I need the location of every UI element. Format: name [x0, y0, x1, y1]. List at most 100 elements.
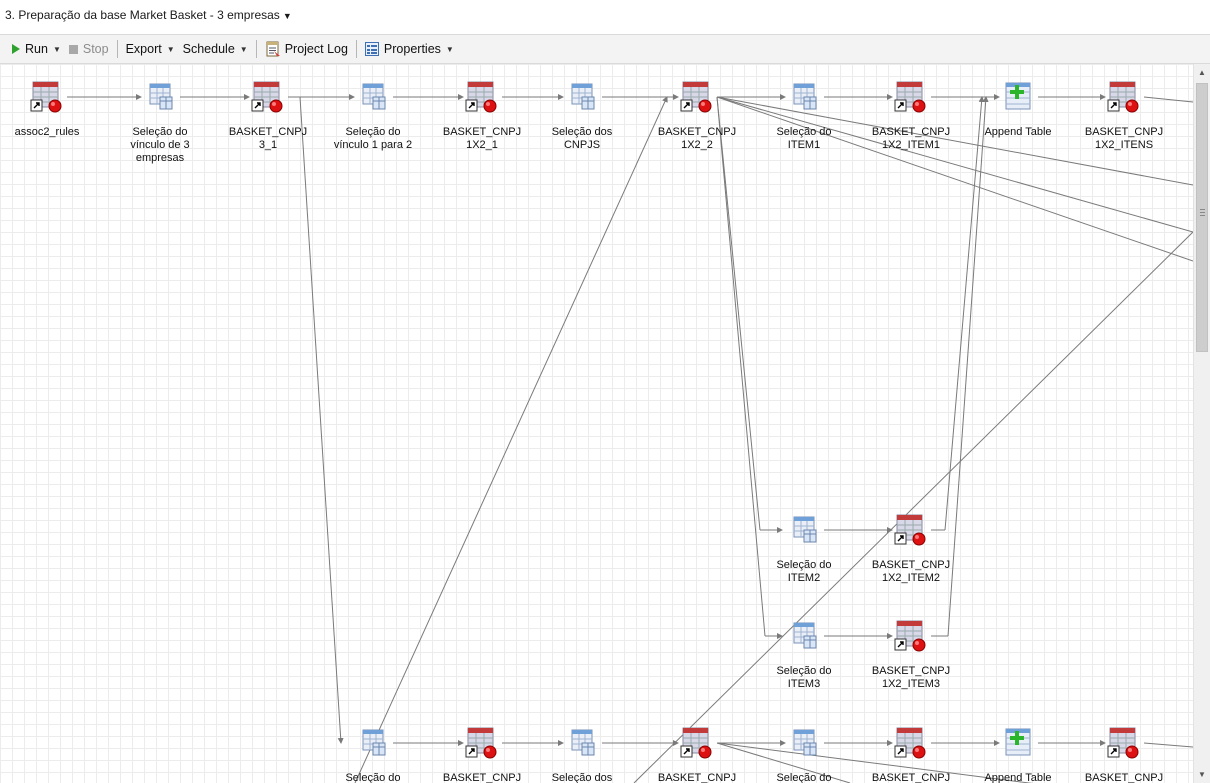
flow-node-basket-cnpj-1x2-1[interactable]: [465, 80, 499, 114]
flow-node-label: Seleção do ITEM3: [776, 665, 832, 690]
flow-node-label: Seleção do vínculo 1 para 2: [333, 126, 413, 151]
query-icon: [565, 80, 599, 114]
flow-node-basket-cnpj-3-1[interactable]: [251, 80, 285, 114]
flow-node-sele-o-dos-cnpjs[interactable]: [565, 80, 599, 114]
table-shortcut-icon: [1107, 726, 1141, 760]
flow-node-label: Seleção do ITEM2: [776, 559, 832, 584]
project-log-label: Project Log: [284, 42, 348, 56]
flow-node-label: BASKET_CNPJ: [871, 772, 951, 783]
play-icon: [12, 44, 20, 54]
flow-node-label: BASKET_CNPJ 1X2_ITENS: [1084, 126, 1164, 151]
stop-icon: [68, 44, 78, 54]
flow-node-sele-o-do-v-nculo-de-3-empresas[interactable]: [143, 80, 177, 114]
flow-connections: [67, 94, 1193, 783]
process-flow-canvas[interactable]: assoc2_rules Seleção do vínculo de 3 empr…: [0, 64, 1193, 783]
query-icon: [356, 80, 390, 114]
flow-connector: [716, 96, 1193, 233]
table-shortcut-icon: [465, 80, 499, 114]
flow-connector: [716, 96, 761, 531]
flow-node-label: Seleção do ITEM1: [776, 126, 832, 151]
table-shortcut-icon: [894, 80, 928, 114]
scroll-down-arrow-icon[interactable]: ▼: [1194, 766, 1210, 783]
project-log-icon: [266, 41, 280, 57]
project-log-button[interactable]: Project Log: [261, 38, 352, 60]
flow-node-append-table[interactable]: [1001, 80, 1035, 114]
flow-node-label: BASKET_CNPJ 1X2_ITEM2: [871, 559, 951, 584]
flow-node-basket-cnpj-1x2-itens[interactable]: [1107, 80, 1141, 114]
flow-node-label: BASKET_CNPJ 1X2_1: [442, 126, 522, 151]
vertical-scrollbar[interactable]: ▲ ▼: [1193, 64, 1210, 783]
query-icon: [787, 726, 821, 760]
flow-node-label: BASKET_CNPJ: [1084, 772, 1164, 783]
flow-node-basket-cnpj[interactable]: [680, 726, 714, 760]
project-title-dropdown[interactable]: 3. Preparação da base Market Basket - 3 …: [5, 8, 292, 22]
flow-node-label: BASKET_CNPJ: [442, 772, 522, 783]
flow-node-sele-o-dos[interactable]: [565, 726, 599, 760]
chevron-down-icon: ▼: [166, 44, 175, 54]
run-button[interactable]: Run ▼: [8, 38, 65, 60]
table-shortcut-icon: [894, 726, 928, 760]
query-icon: [787, 80, 821, 114]
scroll-up-arrow-icon[interactable]: ▲: [1194, 64, 1210, 81]
flow-node-basket-cnpj-1x2-item2[interactable]: [894, 513, 928, 547]
project-title-bar: 3. Preparação da base Market Basket - 3 …: [0, 0, 1210, 34]
flow-node-sele-o-do[interactable]: [356, 726, 390, 760]
table-shortcut-icon: [251, 80, 285, 114]
flow-connector: [1143, 96, 1193, 103]
flow-node-sele-o-do-item3[interactable]: [787, 619, 821, 653]
flow-node-append-table[interactable]: [1001, 726, 1035, 760]
table-shortcut-icon: [1107, 80, 1141, 114]
flow-node-basket-cnpj[interactable]: [1107, 726, 1141, 760]
export-button[interactable]: Export ▼: [122, 38, 179, 60]
properties-label: Properties: [383, 42, 441, 56]
flow-node-basket-cnpj-1x2-item3[interactable]: [894, 619, 928, 653]
flow-connector: [716, 96, 1193, 262]
flow-node-label: Seleção do: [345, 772, 401, 783]
toolbar-separator: [116, 40, 118, 58]
flow-node-sele-o-do-item1[interactable]: [787, 80, 821, 114]
flow-node-sele-o-do[interactable]: [787, 726, 821, 760]
flow-node-label: Append Table: [984, 126, 1052, 138]
query-icon: [565, 726, 599, 760]
table-shortcut-icon: [894, 513, 928, 547]
schedule-button[interactable]: Schedule ▼: [179, 38, 252, 60]
append-table-icon: [1001, 726, 1035, 760]
chevron-down-icon[interactable]: ▼: [53, 45, 61, 54]
table-shortcut-icon: [680, 726, 714, 760]
stop-button[interactable]: Stop: [65, 38, 113, 60]
flow-connector: [947, 96, 989, 637]
flow-connector: [944, 96, 985, 531]
flow-node-sele-o-do-v-nculo-1-para-2[interactable]: [356, 80, 390, 114]
run-label: Run: [25, 42, 48, 56]
query-icon: [787, 619, 821, 653]
properties-button[interactable]: Properties ▼: [361, 38, 458, 60]
chevron-down-icon: ▼: [239, 44, 248, 54]
flow-node-basket-cnpj[interactable]: [894, 726, 928, 760]
flow-connector: [716, 96, 766, 637]
query-icon: [143, 80, 177, 114]
query-icon: [787, 513, 821, 547]
export-label: Export: [125, 42, 162, 56]
flow-node-label: Seleção dos: [551, 772, 613, 783]
table-shortcut-icon: [465, 726, 499, 760]
flow-node-assoc2-rules[interactable]: [30, 80, 64, 114]
properties-icon: [364, 42, 379, 56]
flow-node-basket-cnpj-1x2-item1[interactable]: [894, 80, 928, 114]
flow-node-label: Seleção dos CNPJS: [551, 126, 613, 151]
stop-label: Stop: [82, 42, 109, 56]
flow-node-basket-cnpj-1x2-2[interactable]: [680, 80, 714, 114]
flow-node-label: Seleção do vínculo de 3 empresas: [130, 126, 190, 164]
flow-connector: [1143, 742, 1193, 748]
scrollbar-thumb[interactable]: [1196, 83, 1208, 352]
flow-connector: [354, 96, 668, 783]
project-title: 3. Preparação da base Market Basket - 3 …: [5, 8, 280, 22]
flow-node-label: assoc2_rules: [14, 126, 80, 138]
chevron-down-icon: ▼: [445, 44, 454, 54]
flow-node-label: BASKET_CNPJ 1X2_ITEM1: [871, 126, 951, 151]
query-icon: [356, 726, 390, 760]
flow-node-label: BASKET_CNPJ 1X2_ITEM3: [871, 665, 951, 690]
flow-node-label: BASKET_CNPJ: [657, 772, 737, 783]
schedule-label: Schedule: [182, 42, 235, 56]
flow-node-sele-o-do-item2[interactable]: [787, 513, 821, 547]
flow-node-basket-cnpj[interactable]: [465, 726, 499, 760]
